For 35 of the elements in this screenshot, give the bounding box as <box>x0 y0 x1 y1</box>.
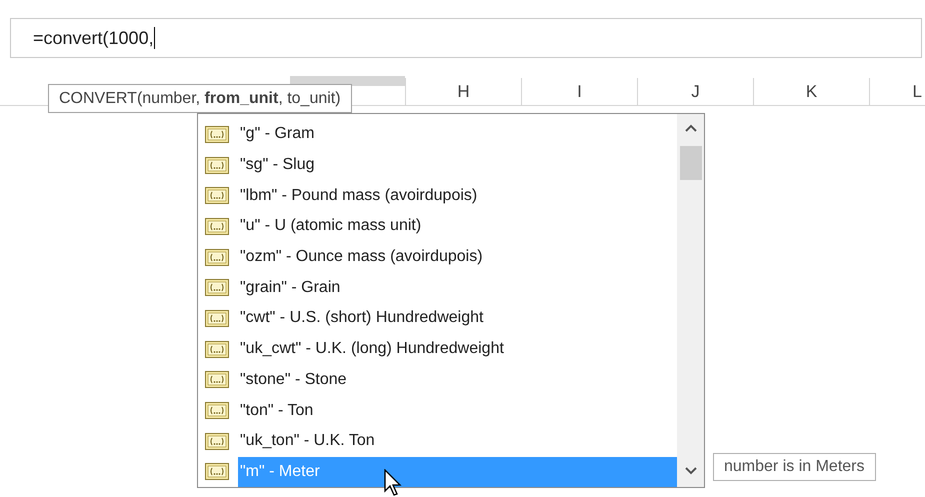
column-header[interactable]: J <box>691 78 700 104</box>
constant-icon <box>205 340 229 358</box>
autocomplete-item[interactable]: "u" - U (atomic mass unit) <box>238 211 677 242</box>
autocomplete-item[interactable]: "grain" - Grain <box>238 272 677 304</box>
autocomplete-item[interactable]: "ozm" - Ounce mass (avoirdupois) <box>238 242 677 272</box>
autocomplete-item[interactable]: "ton" - Ton <box>238 395 677 426</box>
constant-icon <box>205 218 229 235</box>
column-header[interactable]: L <box>912 78 922 104</box>
autocomplete-item[interactable]: "stone" - Stone <box>238 364 677 396</box>
autocomplete-item[interactable]: "uk_cwt" - U.K. (long) Hundredweight <box>238 334 677 364</box>
formula-bar[interactable]: =convert(1000, <box>10 18 922 58</box>
column-header[interactable]: K <box>806 78 818 104</box>
scrollbar[interactable] <box>677 114 704 487</box>
autocomplete-item[interactable]: "g" - Gram <box>238 119 677 150</box>
constant-icon <box>205 310 229 327</box>
scrollbar-thumb[interactable] <box>680 146 702 180</box>
item-tooltip: number is in Meters <box>713 453 876 481</box>
scroll-down-icon[interactable] <box>684 467 696 475</box>
constant-icon <box>205 402 229 420</box>
column-header[interactable]: I <box>577 78 582 104</box>
constant-icon <box>205 279 229 296</box>
scroll-up-icon[interactable] <box>684 124 696 132</box>
constant-icon <box>205 248 229 266</box>
autocomplete-item[interactable]: "sg" - Slug <box>238 150 677 180</box>
constant-icon <box>205 156 229 174</box>
constant-icon <box>205 371 229 388</box>
autocomplete-item[interactable]: "cwt" - U.S. (short) Hundredweight <box>238 303 677 334</box>
constant-icon <box>205 432 229 450</box>
autocomplete-item[interactable]: "uk_ton" - U.K. Ton <box>238 426 677 457</box>
constant-icon <box>205 126 229 143</box>
function-signature: CONVERT(number, from_unit, to_unit) <box>59 88 341 108</box>
column-header[interactable]: H <box>457 78 470 104</box>
constant-icon <box>205 187 229 204</box>
autocomplete-item[interactable]: "lbm" - Pound mass (avoirdupois) <box>238 180 677 212</box>
constant-icon <box>205 463 229 480</box>
